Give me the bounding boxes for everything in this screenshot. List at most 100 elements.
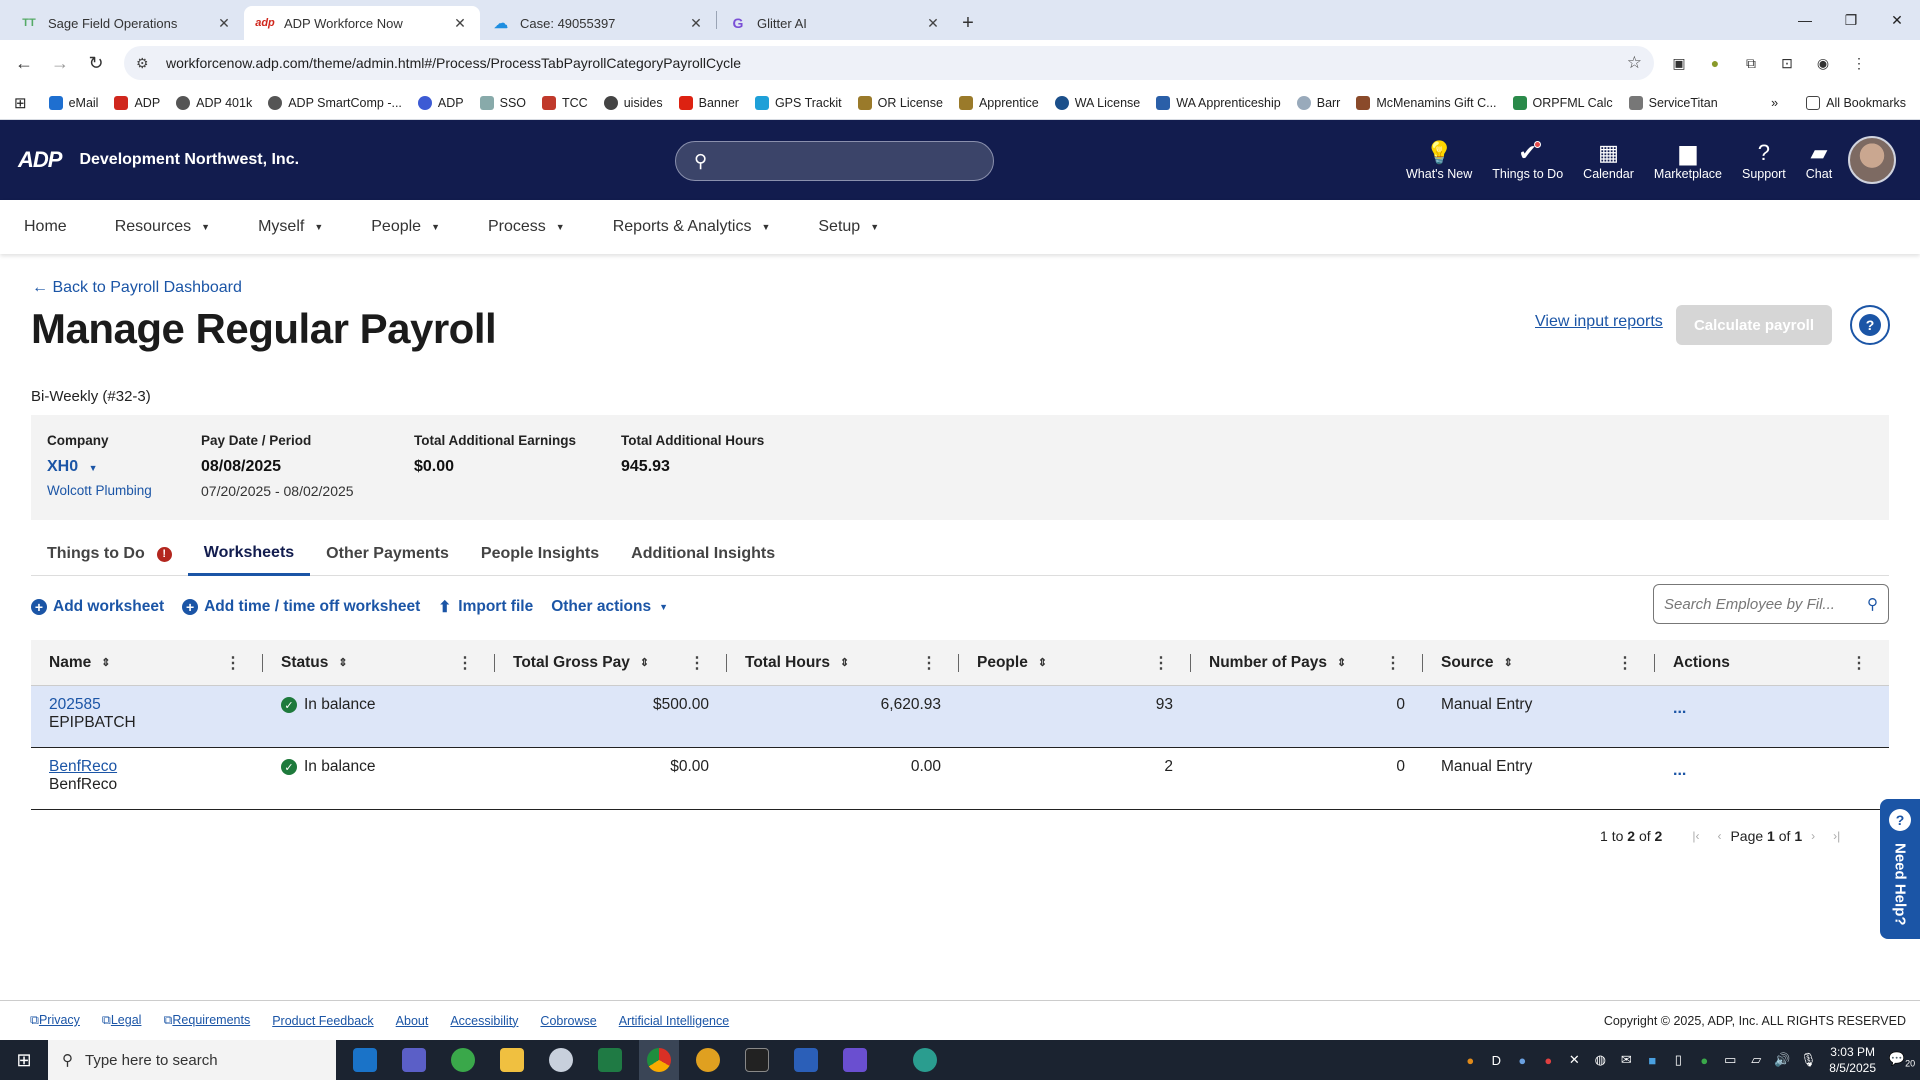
browser-tab-glitter[interactable]: G Glitter AI ✕	[717, 6, 953, 40]
marketplace-button[interactable]: ▆ Marketplace	[1648, 120, 1728, 200]
column-menu-icon[interactable]: ⋮	[457, 653, 473, 673]
bookmark-banner[interactable]: Banner	[678, 95, 739, 110]
bookmark-or-license[interactable]: OR License	[857, 95, 943, 110]
bookmark-apprentice[interactable]: Apprentice	[958, 95, 1039, 110]
column-menu-icon[interactable]: ⋮	[1851, 653, 1867, 673]
sort-icon[interactable]: ⇕	[840, 656, 849, 669]
puzzle-icon[interactable]: ⧉	[1740, 52, 1762, 74]
bookmark-adp[interactable]: ADP	[114, 95, 160, 110]
taskbar-search-input[interactable]: ⚲ Type here to search	[48, 1040, 336, 1080]
extension-icon[interactable]: ●	[1704, 52, 1726, 74]
sort-icon[interactable]: ⇕	[1504, 656, 1513, 669]
column-header-total-hours[interactable]: Total Hours ⇕ ⋮	[727, 640, 959, 685]
prev-page-icon[interactable]: ‹	[1717, 829, 1721, 843]
browser-tab-sage[interactable]: TT Sage Field Operations ✕	[8, 6, 244, 40]
url-field[interactable]: ⚙ workforcenow.adp.com/theme/admin.html#…	[124, 46, 1654, 80]
close-tab-icon[interactable]: ✕	[452, 15, 468, 32]
table-row[interactable]: 202585 EPIPBATCH ✓ In balance $500.00 6,6…	[31, 686, 1889, 748]
taskbar-clock[interactable]: 3:03 PM 8/5/2025	[1829, 1044, 1876, 1076]
tab-additional-insights[interactable]: Additional Insights	[615, 532, 791, 576]
bookmark-adp-smartcomp[interactable]: ADP SmartComp -...	[268, 95, 402, 110]
back-icon[interactable]: ←	[10, 49, 38, 77]
tab-search-icon[interactable]: ⊡	[1776, 52, 1798, 74]
nav-home[interactable]: Home	[24, 218, 67, 236]
footer-link-cobrowse[interactable]: Cobrowse	[540, 1014, 596, 1028]
other-actions-dropdown[interactable]: Other actions ▼	[551, 598, 668, 616]
bookmark-wa-license[interactable]: WA License	[1054, 95, 1140, 110]
column-header-status[interactable]: Status ⇕ ⋮	[263, 640, 495, 685]
bookmark-wa-apprenticeship[interactable]: WA Apprenticeship	[1156, 95, 1281, 110]
company-dropdown[interactable]: XH0 ▼	[47, 458, 152, 476]
app-icon[interactable]	[688, 1040, 728, 1080]
tab-other-payments[interactable]: Other Payments	[310, 532, 465, 576]
outlook-app-icon[interactable]	[345, 1040, 385, 1080]
bookmark-barr[interactable]: Barr	[1296, 95, 1340, 110]
tray-app-icon[interactable]: D	[1483, 1053, 1509, 1068]
footer-link-about[interactable]: About	[396, 1014, 429, 1028]
chat-button[interactable]: ▰ Chat	[1800, 120, 1838, 200]
last-page-icon[interactable]: ›|	[1833, 829, 1840, 843]
profile-icon[interactable]: ◉	[1812, 52, 1834, 74]
restore-icon[interactable]: ❐	[1828, 0, 1874, 40]
bookmark-star-icon[interactable]: ☆	[1627, 53, 1642, 73]
apps-grid-icon[interactable]: ⊞	[14, 94, 27, 112]
global-search-input[interactable]: ⚲	[675, 141, 994, 181]
column-menu-icon[interactable]: ⋮	[1385, 653, 1401, 673]
teams-app-icon[interactable]	[394, 1040, 434, 1080]
view-input-reports-link[interactable]: View input reports	[1535, 313, 1663, 331]
footer-link-accessibility[interactable]: Accessibility	[450, 1014, 518, 1028]
bookmark-adp-2[interactable]: ADP	[417, 95, 464, 110]
nav-people[interactable]: People ▼	[371, 218, 440, 236]
column-header-actions[interactable]: Actions ⋮	[1655, 640, 1889, 685]
app-icon[interactable]	[835, 1040, 875, 1080]
tray-app-icon[interactable]: ■	[1639, 1053, 1665, 1068]
all-bookmarks[interactable]: All Bookmarks	[1806, 96, 1906, 110]
volume-icon[interactable]: 🔊	[1769, 1052, 1795, 1068]
footer-link-privacy[interactable]: ⧉Privacy	[30, 1013, 80, 1028]
things-to-do-button[interactable]: ✔ Things to Do	[1486, 120, 1569, 200]
next-page-icon[interactable]: ›	[1811, 829, 1815, 843]
footer-link-product-feedback[interactable]: Product Feedback	[272, 1014, 373, 1028]
employee-search-input[interactable]: Search Employee by Fil... ⚲	[1653, 584, 1889, 624]
network-icon[interactable]: ▱	[1743, 1052, 1769, 1068]
footer-link-ai[interactable]: Artificial Intelligence	[619, 1014, 729, 1028]
sort-icon[interactable]: ⇕	[101, 656, 110, 669]
column-menu-icon[interactable]: ⋮	[225, 653, 241, 673]
column-header-gross-pay[interactable]: Total Gross Pay ⇕ ⋮	[495, 640, 727, 685]
bookmark-mcmenamins[interactable]: McMenamins Gift C...	[1356, 95, 1497, 110]
bookmark-email[interactable]: eMail	[48, 95, 98, 110]
site-info-icon[interactable]: ⚙	[136, 55, 154, 72]
bookmark-tcc[interactable]: TCC	[542, 95, 588, 110]
tray-app-icon[interactable]: ●	[1691, 1053, 1717, 1068]
bookmark-uisides[interactable]: uisides	[603, 95, 663, 110]
tray-app-icon[interactable]: ●	[1457, 1053, 1483, 1068]
nav-setup[interactable]: Setup ▼	[818, 218, 879, 236]
support-button[interactable]: ? Support	[1736, 120, 1792, 200]
bookmark-adp-401k[interactable]: ADP 401k	[176, 95, 252, 110]
bookmark-orpfml[interactable]: ORPFML Calc	[1512, 95, 1613, 110]
tab-worksheets[interactable]: Worksheets	[187, 532, 311, 576]
nav-resources[interactable]: Resources ▼	[115, 218, 210, 236]
table-row[interactable]: BenfReco BenfReco ✓ In balance $0.00 0.00…	[31, 748, 1889, 810]
bookmark-servicetitan[interactable]: ServiceTitan	[1628, 95, 1718, 110]
company-name-link[interactable]: Wolcott Plumbing	[47, 483, 152, 498]
column-header-people[interactable]: People ⇕ ⋮	[959, 640, 1191, 685]
nav-process[interactable]: Process ▼	[488, 218, 565, 236]
battery-icon[interactable]: ▭	[1717, 1052, 1743, 1068]
browser-tab-case[interactable]: ☁ Case: 49055397 ✕	[480, 6, 716, 40]
import-file-button[interactable]: ⬆ Import file	[438, 598, 533, 617]
adp-logo[interactable]: ADP	[18, 147, 62, 173]
tab-people-insights[interactable]: People Insights	[465, 532, 615, 576]
app-icon[interactable]	[541, 1040, 581, 1080]
close-window-icon[interactable]: ✕	[1874, 0, 1920, 40]
tray-app-icon[interactable]: ✕	[1561, 1052, 1587, 1068]
first-page-icon[interactable]: |‹	[1692, 829, 1699, 843]
add-worksheet-button[interactable]: + Add worksheet	[31, 598, 164, 616]
bookmark-sso[interactable]: SSO	[479, 95, 526, 110]
nav-myself[interactable]: Myself ▼	[258, 218, 323, 236]
search-icon[interactable]: ⚲	[1867, 595, 1878, 613]
word-app-icon[interactable]	[786, 1040, 826, 1080]
close-tab-icon[interactable]: ✕	[216, 15, 232, 32]
more-bookmarks-icon[interactable]: »	[1771, 96, 1778, 110]
column-menu-icon[interactable]: ⋮	[921, 653, 937, 673]
